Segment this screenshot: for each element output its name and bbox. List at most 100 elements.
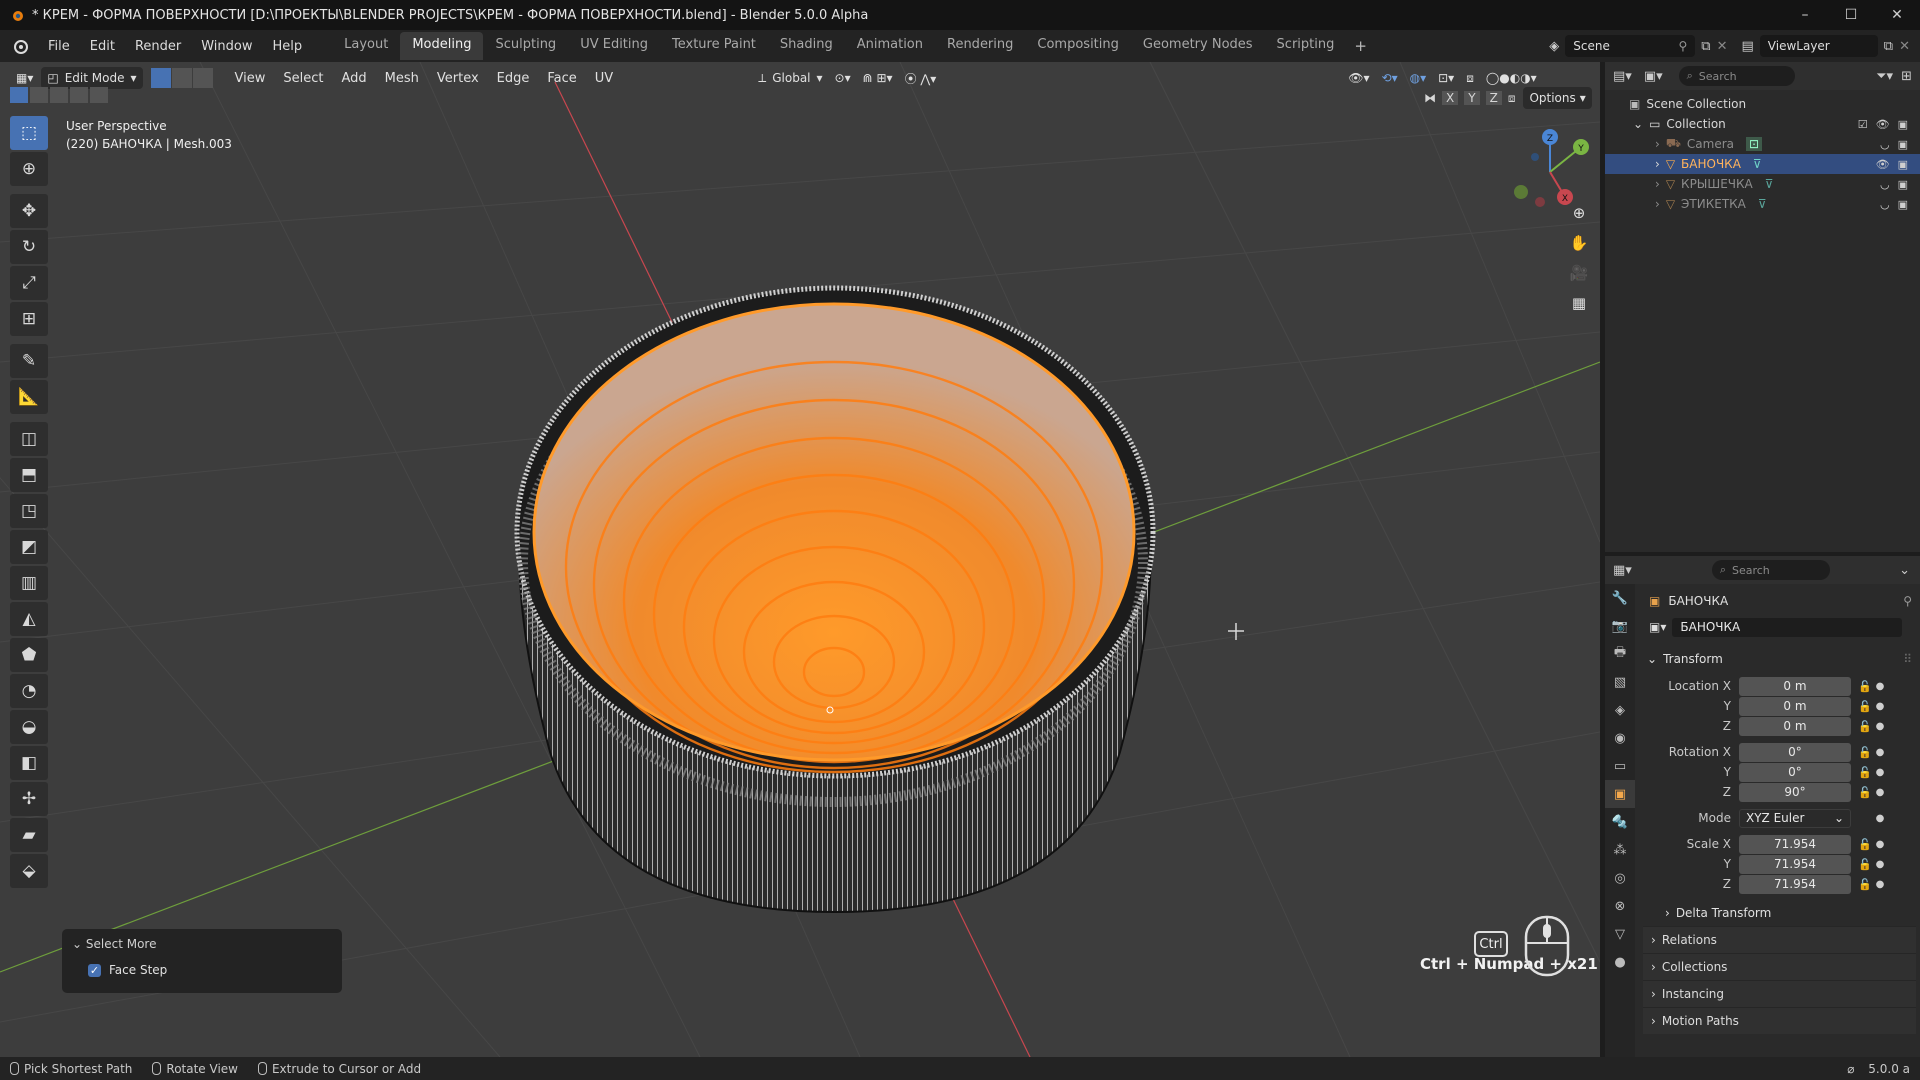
relations-panel-header[interactable]: › Relations xyxy=(1643,926,1916,953)
zoom-icon[interactable]: ⊕ xyxy=(1564,198,1594,228)
mesh-data-icon[interactable]: ⊽ xyxy=(1753,157,1762,171)
edge-slide-tool-icon[interactable]: ◧ xyxy=(10,746,48,780)
scale-tool-icon[interactable]: ⤢ xyxy=(10,266,48,300)
menu-mesh[interactable]: Mesh xyxy=(376,71,428,86)
lock-icon[interactable]: 🔓 xyxy=(1857,680,1873,693)
orientation-dropdown[interactable]: ⟂ Global ▾ xyxy=(752,67,828,89)
lock-icon[interactable]: 🔓 xyxy=(1857,786,1873,799)
rotation-z-field[interactable]: 90° xyxy=(1739,782,1851,802)
menu-add[interactable]: Add xyxy=(332,71,375,86)
scale-x-field[interactable]: 71.954 xyxy=(1739,834,1851,854)
bevel-tool-icon[interactable]: ◩ xyxy=(10,530,48,564)
mirror-x-toggle[interactable]: X xyxy=(1442,91,1459,105)
output-tab-icon[interactable]: 🖶 xyxy=(1605,640,1635,668)
camera-render-icon[interactable]: ▣ xyxy=(1898,158,1908,171)
scene-selector[interactable]: Scene ⚲ xyxy=(1565,35,1696,57)
add-workspace-button[interactable]: + xyxy=(1346,32,1375,60)
eye-closed-icon[interactable]: ◡ xyxy=(1880,198,1890,211)
world-tab-icon[interactable]: ◉ xyxy=(1605,724,1635,752)
operator-panel-header[interactable]: ⌄ Select More xyxy=(62,929,342,959)
lock-icon[interactable]: 🔓 xyxy=(1857,838,1873,851)
scene-collection-row[interactable]: ▣ Scene Collection xyxy=(1605,94,1920,114)
render-tab-icon[interactable]: 📷 xyxy=(1605,612,1635,640)
tab-scripting[interactable]: Scripting xyxy=(1265,32,1347,60)
new-scene-icon[interactable]: ⧉ xyxy=(1701,39,1710,54)
particles-tab-icon[interactable]: ⁂ xyxy=(1605,836,1635,864)
shrink-fatten-tool-icon[interactable]: ✢ xyxy=(10,782,48,816)
pivot-icon[interactable]: ⊙▾ xyxy=(829,67,857,89)
mesh-data-icon[interactable]: ⊽ xyxy=(1758,197,1767,211)
lock-icon[interactable]: 🔓 xyxy=(1857,746,1873,759)
close-button[interactable]: ✕ xyxy=(1874,0,1920,30)
select-box-mode-icons[interactable] xyxy=(10,87,108,103)
chevron-right-icon[interactable]: › xyxy=(1655,157,1660,171)
shear-tool-icon[interactable]: ▰ xyxy=(10,818,48,852)
mesh-overlay-icon[interactable]: ⊡▾ xyxy=(1432,67,1460,89)
chevron-right-icon[interactable]: › xyxy=(1655,137,1660,151)
measure-tool-icon[interactable]: 📐 xyxy=(10,380,48,414)
camera-render-icon[interactable]: ▣ xyxy=(1898,138,1908,151)
face-step-option[interactable]: ✓ Face Step xyxy=(62,959,342,981)
view-layer-tab-icon[interactable]: ▧ xyxy=(1605,668,1635,696)
menu-face[interactable]: Face xyxy=(538,71,585,86)
keyframe-dot-icon[interactable]: ● xyxy=(1873,859,1887,870)
keyframe-dot-icon[interactable]: ● xyxy=(1873,879,1887,890)
scene-tab-icon[interactable]: ◈ xyxy=(1605,696,1635,724)
pin-icon[interactable]: ⚲ xyxy=(1903,594,1912,608)
menu-view[interactable]: View xyxy=(226,71,275,86)
outliner-search[interactable]: ⌕ Search xyxy=(1678,66,1795,86)
camera-render-icon[interactable]: ▣ xyxy=(1898,198,1908,211)
tab-animation[interactable]: Animation xyxy=(845,32,935,60)
outliner-item-camera[interactable]: › ⛟ Camera ⊡ ◡ ▣ xyxy=(1605,134,1920,154)
eye-icon[interactable]: 👁 xyxy=(1876,118,1890,131)
keyframe-dot-icon[interactable]: ● xyxy=(1873,767,1887,778)
tab-sculpting[interactable]: Sculpting xyxy=(483,32,568,60)
tab-geometry-nodes[interactable]: Geometry Nodes xyxy=(1131,32,1265,60)
face-select-icon[interactable] xyxy=(192,68,213,88)
keyframe-dot-icon[interactable]: ● xyxy=(1873,839,1887,850)
options-dropdown[interactable]: Options ▾ xyxy=(1523,87,1592,109)
chevron-down-icon[interactable]: ⌄ xyxy=(1899,563,1910,578)
xray-icon[interactable]: ⧈ xyxy=(1460,67,1480,89)
rotation-y-field[interactable]: 0° xyxy=(1739,762,1851,782)
scale-z-field[interactable]: 71.954 xyxy=(1739,874,1851,894)
menu-vertex[interactable]: Vertex xyxy=(428,71,488,86)
location-z-field[interactable]: 0 m xyxy=(1739,716,1851,736)
eye-closed-icon[interactable]: ◡ xyxy=(1880,178,1890,191)
tab-modeling[interactable]: Modeling xyxy=(400,32,484,60)
pin-icon[interactable]: ⚲ xyxy=(1679,39,1688,53)
lock-icon[interactable]: 🔓 xyxy=(1857,878,1873,891)
spin-tool-icon[interactable]: ◔ xyxy=(10,674,48,708)
editor-type-icon[interactable]: ▦▾ xyxy=(10,67,39,89)
camera-data-icon[interactable]: ⊡ xyxy=(1746,137,1763,151)
location-y-field[interactable]: 0 m xyxy=(1739,696,1851,716)
camera-render-icon[interactable]: ▣ xyxy=(1898,118,1908,131)
select-box-tool-icon[interactable]: ⬚ xyxy=(10,116,48,150)
object-tab-icon[interactable]: ▣ xyxy=(1605,780,1635,808)
rotation-x-field[interactable]: 0° xyxy=(1739,742,1851,762)
modifier-tab-icon[interactable]: 🔩 xyxy=(1605,808,1635,836)
collections-panel-header[interactable]: › Collections xyxy=(1643,953,1916,980)
menu-window[interactable]: Window xyxy=(191,39,262,54)
exclude-checkbox-icon[interactable]: ☑ xyxy=(1858,118,1868,131)
mirror-y-toggle[interactable]: Y xyxy=(1464,91,1480,105)
move-tool-icon[interactable]: ✥ xyxy=(10,194,48,228)
tab-compositing[interactable]: Compositing xyxy=(1025,32,1131,60)
face-step-checkbox[interactable]: ✓ xyxy=(88,963,101,977)
rotation-mode-dropdown[interactable]: XYZ Euler ⌄ xyxy=(1739,808,1851,828)
constraints-tab-icon[interactable]: ⊗ xyxy=(1605,892,1635,920)
tool-tab-icon[interactable]: 🔧 xyxy=(1605,584,1635,612)
delete-view-layer-icon[interactable]: ✕ xyxy=(1899,39,1910,54)
object-name-field[interactable]: БАНОЧКА xyxy=(1672,617,1903,637)
menu-edit[interactable]: Edit xyxy=(80,39,125,54)
lock-icon[interactable]: 🔓 xyxy=(1857,766,1873,779)
mode-dropdown[interactable]: ◰ Edit Mode ▾ xyxy=(41,67,143,89)
gizmo-toggle-icon[interactable]: ⟲▾ xyxy=(1376,67,1404,89)
keyframe-dot-icon[interactable]: ● xyxy=(1873,701,1887,712)
drag-handle-icon[interactable]: ⠿ xyxy=(1903,652,1912,666)
rip-tool-icon[interactable]: ⬙ xyxy=(10,854,48,888)
tab-texture-paint[interactable]: Texture Paint xyxy=(660,32,768,60)
keyframe-dot-icon[interactable]: ● xyxy=(1873,813,1887,824)
overlay-toggle-icon[interactable]: ◍▾ xyxy=(1404,67,1433,89)
tab-shading[interactable]: Shading xyxy=(768,32,845,60)
